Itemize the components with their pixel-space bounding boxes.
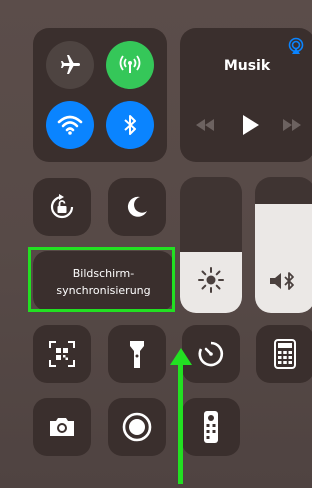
cellular-antenna-icon bbox=[119, 55, 141, 73]
qr-code-scanner-button[interactable] bbox=[33, 325, 91, 383]
camera-button[interactable] bbox=[33, 398, 91, 456]
screen-recording-button[interactable] bbox=[108, 398, 166, 456]
screenshot-edge bbox=[312, 0, 329, 488]
airplane-mode-button[interactable] bbox=[46, 41, 94, 89]
bluetooth-icon bbox=[124, 115, 136, 135]
play-icon bbox=[243, 115, 259, 135]
play-button[interactable] bbox=[240, 114, 260, 136]
brightness-slider[interactable] bbox=[180, 177, 242, 313]
calculator-button[interactable] bbox=[256, 325, 314, 383]
orientation-lock-button[interactable] bbox=[33, 178, 91, 236]
rewind-icon bbox=[196, 119, 214, 131]
record-icon bbox=[122, 412, 152, 442]
flashlight-button[interactable] bbox=[108, 325, 166, 383]
speaker-bluetooth-icon bbox=[270, 272, 294, 290]
wifi-icon bbox=[57, 115, 83, 135]
cellular-data-button[interactable] bbox=[106, 41, 154, 89]
apple-tv-remote-button[interactable] bbox=[182, 398, 240, 456]
rewind-button[interactable] bbox=[194, 117, 216, 133]
do-not-disturb-button[interactable] bbox=[108, 178, 166, 236]
brightness-icon bbox=[198, 267, 224, 293]
remote-icon bbox=[204, 411, 218, 443]
volume-slider[interactable] bbox=[255, 177, 315, 313]
connectivity-panel bbox=[33, 28, 167, 162]
volume-level-fill bbox=[255, 204, 315, 313]
music-title: Musik bbox=[223, 58, 271, 74]
fast-forward-icon bbox=[283, 119, 301, 131]
fast-forward-button[interactable] bbox=[281, 117, 303, 133]
bluetooth-button[interactable] bbox=[106, 101, 154, 149]
moon-icon bbox=[127, 196, 147, 217]
wifi-button[interactable] bbox=[46, 101, 94, 149]
airplay-icon[interactable] bbox=[287, 37, 305, 55]
orientation-lock-icon bbox=[50, 194, 74, 219]
calculator-icon bbox=[274, 339, 296, 369]
annotation-arrow-line bbox=[178, 362, 183, 484]
timer-icon bbox=[198, 341, 224, 367]
flashlight-icon bbox=[130, 341, 144, 368]
airplane-icon bbox=[61, 55, 80, 74]
qr-code-icon bbox=[49, 341, 75, 367]
camera-icon bbox=[50, 418, 74, 436]
highlight-box bbox=[28, 247, 175, 312]
